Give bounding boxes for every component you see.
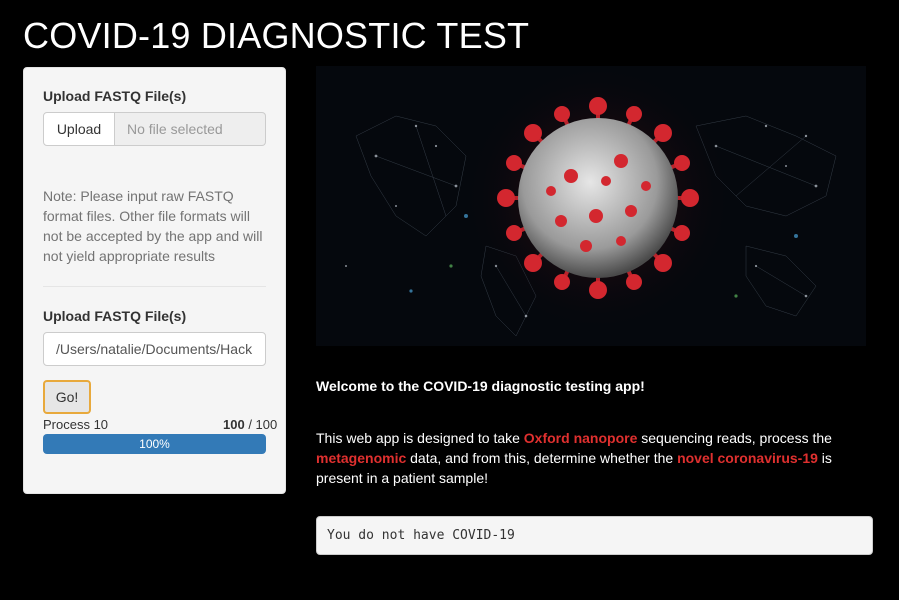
app-description: This web app is designed to take Oxford … [316, 428, 846, 488]
desc-highlight-metagenomic: metagenomic [316, 450, 407, 466]
desc-text-1: This web app is designed to take [316, 430, 524, 446]
file-name-display[interactable]: No file selected [115, 112, 266, 146]
file-path-input[interactable]: /Users/natalie/Documents/Hack [43, 332, 266, 366]
upload-label-2: Upload FASTQ File(s) [43, 308, 187, 324]
hero-image [316, 66, 866, 346]
desc-highlight-oxford: Oxford nanopore [523, 430, 638, 446]
progress-separator: / [244, 417, 256, 432]
sidebar-panel: Upload FASTQ File(s) Upload No file sele… [23, 67, 286, 494]
welcome-heading: Welcome to the COVID-19 diagnostic testi… [316, 378, 645, 394]
result-output: You do not have COVID-19 [316, 516, 873, 555]
progress-fill: 100% [43, 434, 266, 454]
desc-highlight-coronavirus: novel coronavirus-19 [677, 450, 818, 466]
coronavirus-world-map-image [316, 66, 866, 346]
desc-text-2: sequencing reads, process the [637, 430, 832, 446]
desc-text-3: data, and from this, determine whether t… [406, 450, 678, 466]
progress-bar: 100% [43, 434, 266, 454]
divider [43, 286, 266, 287]
progress-label: Process 10 [43, 417, 109, 432]
file-upload-1: Upload No file selected [43, 112, 266, 146]
go-button[interactable]: Go! [43, 380, 91, 414]
progress-total: 100 [255, 417, 278, 432]
format-note: Note: Please input raw FASTQ format file… [43, 188, 263, 264]
progress-count: 100 / 100 [223, 417, 277, 432]
upload-button[interactable]: Upload [43, 112, 115, 146]
page-title: COVID-19 DIAGNOSTIC TEST [23, 15, 530, 56]
upload-label-1: Upload FASTQ File(s) [43, 88, 187, 104]
progress-current: 100 [223, 417, 245, 432]
